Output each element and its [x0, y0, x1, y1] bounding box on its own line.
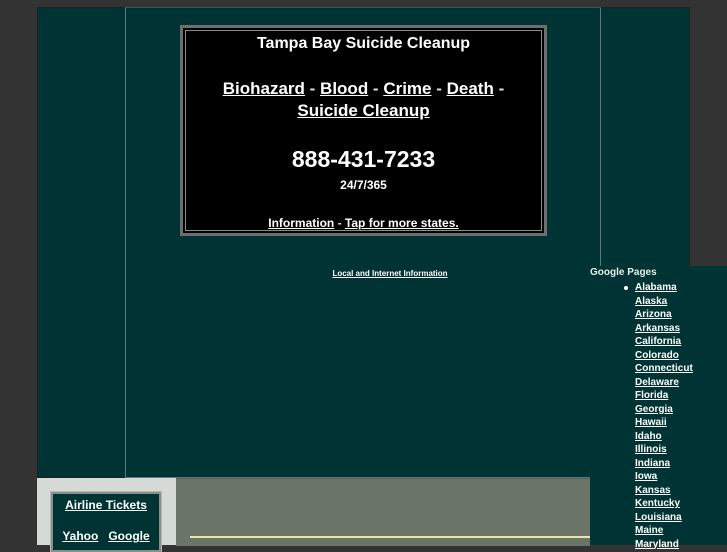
state-list-item: Louisiana — [635, 511, 693, 525]
separator: - — [431, 79, 447, 98]
state-list-item: Alaska — [635, 295, 693, 309]
google-pages-panel: Google Pages Alabama Alaska Arizona Arkansa… — [590, 266, 727, 550]
state-list-item: Kansas — [635, 484, 693, 498]
site-title: Tampa Bay Suicide Cleanup — [256, 35, 471, 52]
bottom-content-area — [176, 478, 590, 546]
state-link[interactable]: Iowa — [635, 471, 657, 482]
state-list-item: Connecticut — [635, 362, 693, 376]
info-links: Information - Tap for more states. — [183, 216, 544, 230]
state-list-item: Iowa — [635, 470, 693, 484]
state-link[interactable]: Indiana — [635, 458, 670, 469]
state-list-item: Colorado — [635, 349, 693, 363]
state-list: Alabama Alaska Arizona Arkansas California Co… — [624, 281, 693, 552]
google-pages-heading: Google Pages — [590, 267, 657, 278]
divider-line — [190, 536, 590, 538]
state-link[interactable]: Kentucky — [635, 498, 680, 509]
state-link[interactable]: Maine — [635, 525, 663, 536]
state-list-item: Illinois — [635, 443, 693, 457]
state-list-item: Maryland — [635, 538, 693, 552]
state-link[interactable]: Colorado — [635, 350, 679, 361]
state-list-item: Idaho — [635, 430, 693, 444]
state-link[interactable]: Idaho — [635, 431, 662, 442]
state-link[interactable]: Maryland — [635, 539, 679, 550]
state-list-item: Georgia — [635, 403, 693, 417]
separator: - — [334, 216, 345, 230]
state-list-item: Florida — [635, 389, 693, 403]
airline-tickets-link[interactable]: Airline Tickets — [65, 498, 147, 512]
state-link[interactable]: Arizona — [635, 309, 672, 320]
information-link[interactable]: Information — [268, 216, 334, 230]
google-link[interactable]: Google — [108, 529, 149, 543]
death-link[interactable]: Death — [447, 79, 494, 98]
yahoo-link[interactable]: Yahoo — [62, 529, 98, 543]
state-list-item: Maine — [635, 524, 693, 538]
state-link[interactable]: Connecticut — [635, 363, 693, 374]
separator: - — [304, 79, 321, 98]
state-link[interactable]: Delaware — [635, 377, 679, 388]
state-link[interactable]: Hawaii — [635, 417, 667, 428]
links-box: Airline Tickets Yahoo Google — [50, 491, 162, 552]
state-link[interactable]: Arkansas — [635, 323, 680, 334]
state-list-item: Arizona — [635, 308, 693, 322]
state-link[interactable]: California — [635, 336, 681, 347]
local-internet-info-link[interactable]: Local and Internet Information — [332, 269, 447, 278]
biohazard-link[interactable]: Biohazard — [223, 79, 305, 98]
phone-number: 888-431-7233 — [291, 146, 436, 172]
state-link[interactable]: Alabama — [635, 282, 677, 293]
hours-text: 24/7/365 — [340, 178, 387, 192]
state-link[interactable]: Georgia — [635, 404, 673, 415]
state-link[interactable]: Florida — [635, 390, 668, 401]
crime-link[interactable]: Crime — [383, 79, 431, 98]
local-info-container: Local and Internet Information — [300, 269, 480, 278]
state-list-item: Indiana — [635, 457, 693, 471]
state-list-item: Hawaii — [635, 416, 693, 430]
header-box: Tampa Bay Suicide Cleanup Biohazard - Bl… — [180, 25, 547, 236]
more-states-link[interactable]: Tap for more states. — [345, 216, 459, 230]
state-link[interactable]: Louisiana — [635, 512, 682, 523]
separator: - — [493, 79, 505, 98]
state-list-item: Alabama — [624, 281, 693, 295]
state-link[interactable]: Alaska — [635, 296, 667, 307]
category-links: Biohazard - Blood - Crime - Death - Suic… — [191, 78, 536, 122]
state-list-item: California — [635, 335, 693, 349]
state-link[interactable]: Kansas — [635, 485, 671, 496]
state-list-item: Delaware — [635, 376, 693, 390]
sidebar-bottom: Airline Tickets Yahoo Google — [37, 478, 176, 552]
suicide-cleanup-link[interactable]: Suicide Cleanup — [297, 101, 429, 120]
state-link[interactable]: Illinois — [635, 444, 667, 455]
separator: - — [368, 79, 384, 98]
state-list-item: Arkansas — [635, 322, 693, 336]
blood-link[interactable]: Blood — [320, 79, 368, 98]
state-list-item: Kentucky — [635, 497, 693, 511]
